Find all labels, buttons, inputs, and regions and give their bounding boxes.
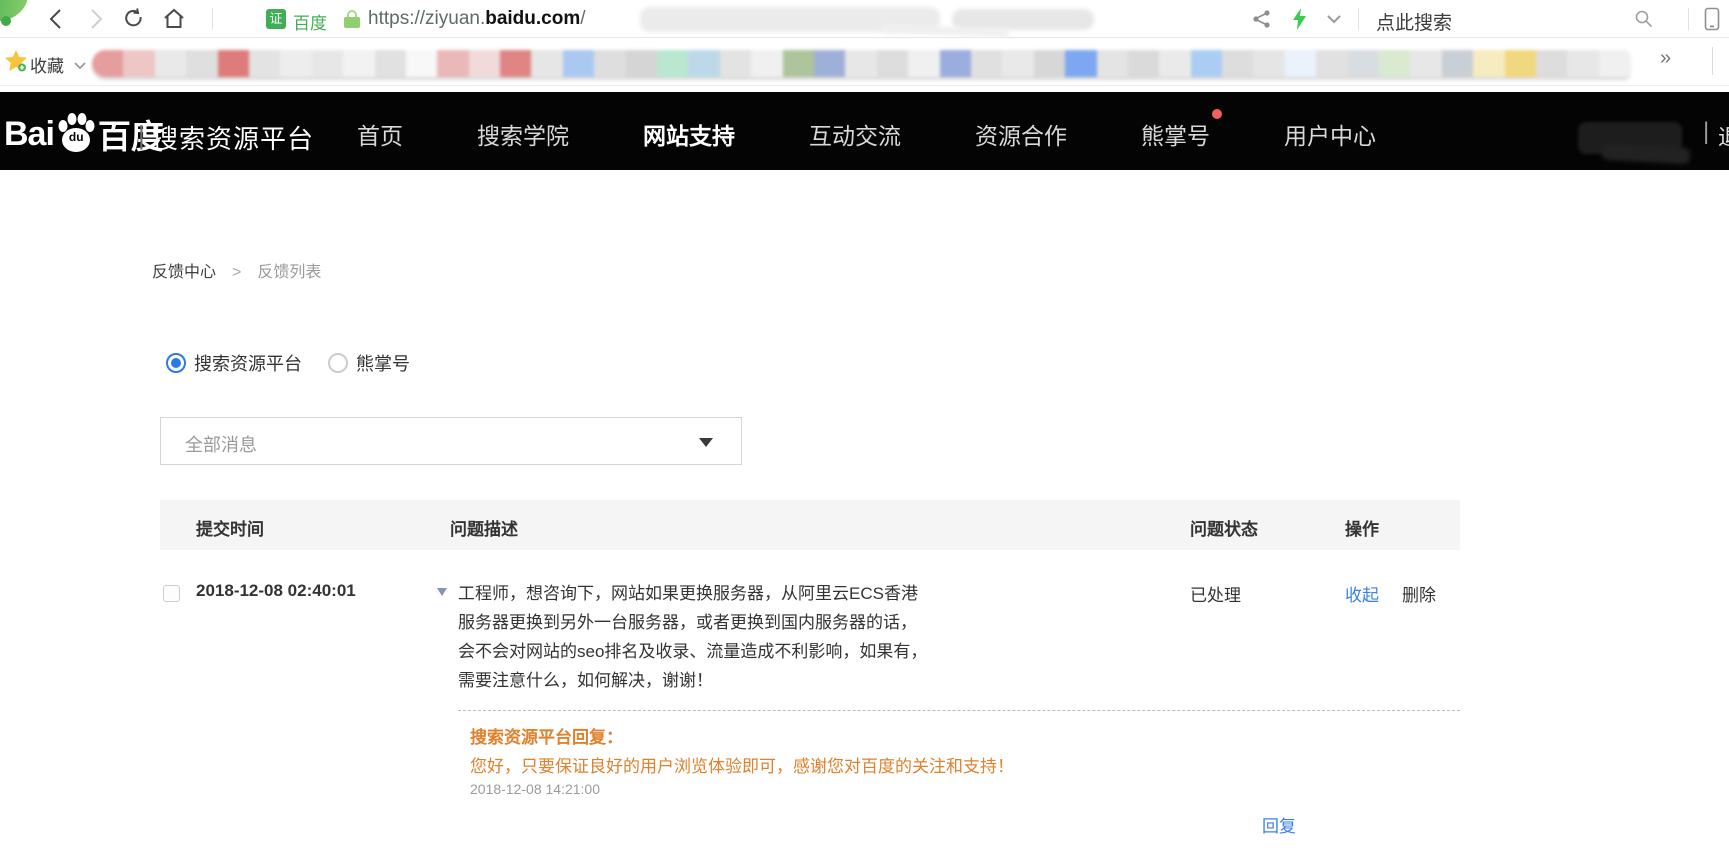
table-header: 提交时间 问题描述 问题状态 操作	[160, 500, 1460, 550]
cert-badge-icon[interactable]: 证	[266, 9, 286, 29]
nav-item-搜索学院[interactable]: 搜索学院	[477, 117, 569, 151]
browser-logo-dot	[1, 16, 11, 26]
url-address[interactable]: https://ziyuan.baidu.com/	[368, 8, 586, 30]
mobile-phone-icon[interactable]	[1700, 7, 1724, 31]
favorites-label[interactable]: 收藏	[30, 52, 64, 77]
search-input[interactable]: 点此搜索	[1376, 8, 1452, 35]
share-icon[interactable]	[1250, 7, 1274, 31]
nav-item-网站支持[interactable]: 网站支持	[643, 117, 735, 151]
feedback-page: 反馈中心 > 反馈列表 搜索资源平台 熊掌号 全部消息 提交时间 问题描述 问题状态…	[0, 170, 1729, 863]
radio-search-platform-label[interactable]: 搜索资源平台	[194, 350, 302, 376]
chevron-down-icon[interactable]	[68, 53, 92, 77]
bookmarks-bar: 收藏 »	[0, 39, 1729, 86]
favorites-star-icon[interactable]	[4, 49, 28, 73]
url-redaction	[952, 9, 1094, 30]
col-actions: 操作	[1345, 515, 1379, 540]
search-icon[interactable]	[1632, 7, 1656, 31]
reply-title: 搜索资源平台回复：	[470, 723, 623, 748]
nav-item-资源合作[interactable]: 资源合作	[975, 117, 1067, 151]
breadcrumb: 反馈中心 > 反馈列表	[152, 258, 321, 282]
site-navbar: Bai du 百度 | 搜索资源平台 首页搜索学院网站支持互动交流资源合作熊掌号…	[0, 92, 1729, 170]
dropdown-caret-icon	[699, 438, 713, 447]
status-badge: 已处理	[1190, 581, 1241, 606]
col-status: 问题状态	[1190, 515, 1258, 540]
logo-divider: |	[138, 120, 145, 151]
nav-item-用户中心[interactable]: 用户中心	[1284, 117, 1376, 151]
breadcrumb-feedback-center[interactable]: 反馈中心	[152, 264, 216, 281]
collapse-triangle-icon[interactable]	[437, 588, 447, 596]
user-divider: |	[1703, 118, 1709, 146]
reply-divider	[458, 710, 1460, 711]
radio-xiongzhang-label[interactable]: 熊掌号	[356, 350, 410, 376]
site-name-label[interactable]: 百度	[293, 9, 327, 34]
reply-body: 您好，只要保证良好的用户浏览体验即可，感谢您对百度的关注和支持！	[470, 752, 1014, 777]
back-icon[interactable]	[44, 7, 68, 31]
toolbar-divider	[212, 8, 213, 30]
home-icon[interactable]	[162, 7, 186, 31]
message-type-dropdown[interactable]: 全部消息	[160, 417, 742, 465]
bookmarks-redacted-strip	[92, 50, 1630, 77]
dropdown-selected-value: 全部消息	[185, 431, 257, 457]
reply-timestamp: 2018-12-08 14:21:00	[470, 781, 600, 797]
collapse-link[interactable]: 收起	[1345, 581, 1379, 606]
browser-toolbar: 证 百度 https://ziyuan.baidu.com/ 点此搜索	[0, 0, 1729, 38]
bookmarks-divider	[1712, 47, 1713, 75]
nav-item-首页[interactable]: 首页	[357, 117, 403, 151]
refresh-icon[interactable]	[122, 7, 146, 31]
col-question: 问题描述	[450, 515, 518, 540]
submit-time: 2018-12-08 02:40:01	[196, 581, 356, 601]
nav-items: 首页 搜索学院 网站支持 互动交流 资源合作 熊掌号 用户中心	[357, 117, 1376, 151]
nav-item-熊掌号[interactable]: 熊掌号	[1141, 117, 1210, 151]
baidu-paw-icon: du	[56, 113, 96, 155]
breadcrumb-feedback-list: 反馈列表	[257, 264, 321, 281]
radio-xiongzhang[interactable]	[328, 353, 348, 373]
bookmarks-overflow-chevron[interactable]: »	[1660, 47, 1671, 70]
toolbar-divider	[1358, 8, 1359, 30]
baidu-paw-text: du	[69, 130, 84, 144]
platform-radio-group: 搜索资源平台 熊掌号	[166, 350, 428, 376]
baidu-logo-latin: Bai	[4, 115, 54, 154]
url-path: /	[580, 8, 585, 29]
chevron-down-icon[interactable]	[1322, 7, 1346, 31]
nav-item-互动交流[interactable]: 互动交流	[809, 117, 901, 151]
lightning-icon[interactable]	[1288, 7, 1312, 31]
question-text: 工程师，想咨询下，网站如果更换服务器，从阿里云ECS香港 服务器更换到另外一台服…	[458, 579, 927, 695]
forward-icon[interactable]	[84, 7, 108, 31]
toolbar-divider	[1688, 8, 1689, 30]
logout-link-partial[interactable]: 退	[1718, 120, 1729, 152]
radio-search-platform[interactable]	[166, 353, 186, 373]
platform-name[interactable]: 搜索资源平台	[152, 119, 314, 156]
row-checkbox[interactable]	[163, 585, 180, 602]
url-domain: baidu.com	[485, 8, 580, 29]
notification-dot	[1212, 109, 1222, 119]
https-lock-icon[interactable]	[344, 10, 360, 28]
delete-link[interactable]: 删除	[1402, 581, 1436, 606]
col-submit-time: 提交时间	[196, 515, 264, 540]
breadcrumb-separator: >	[232, 264, 241, 281]
url-protocol: https://ziyuan.	[368, 8, 485, 29]
reply-link[interactable]: 回复	[1262, 812, 1296, 837]
